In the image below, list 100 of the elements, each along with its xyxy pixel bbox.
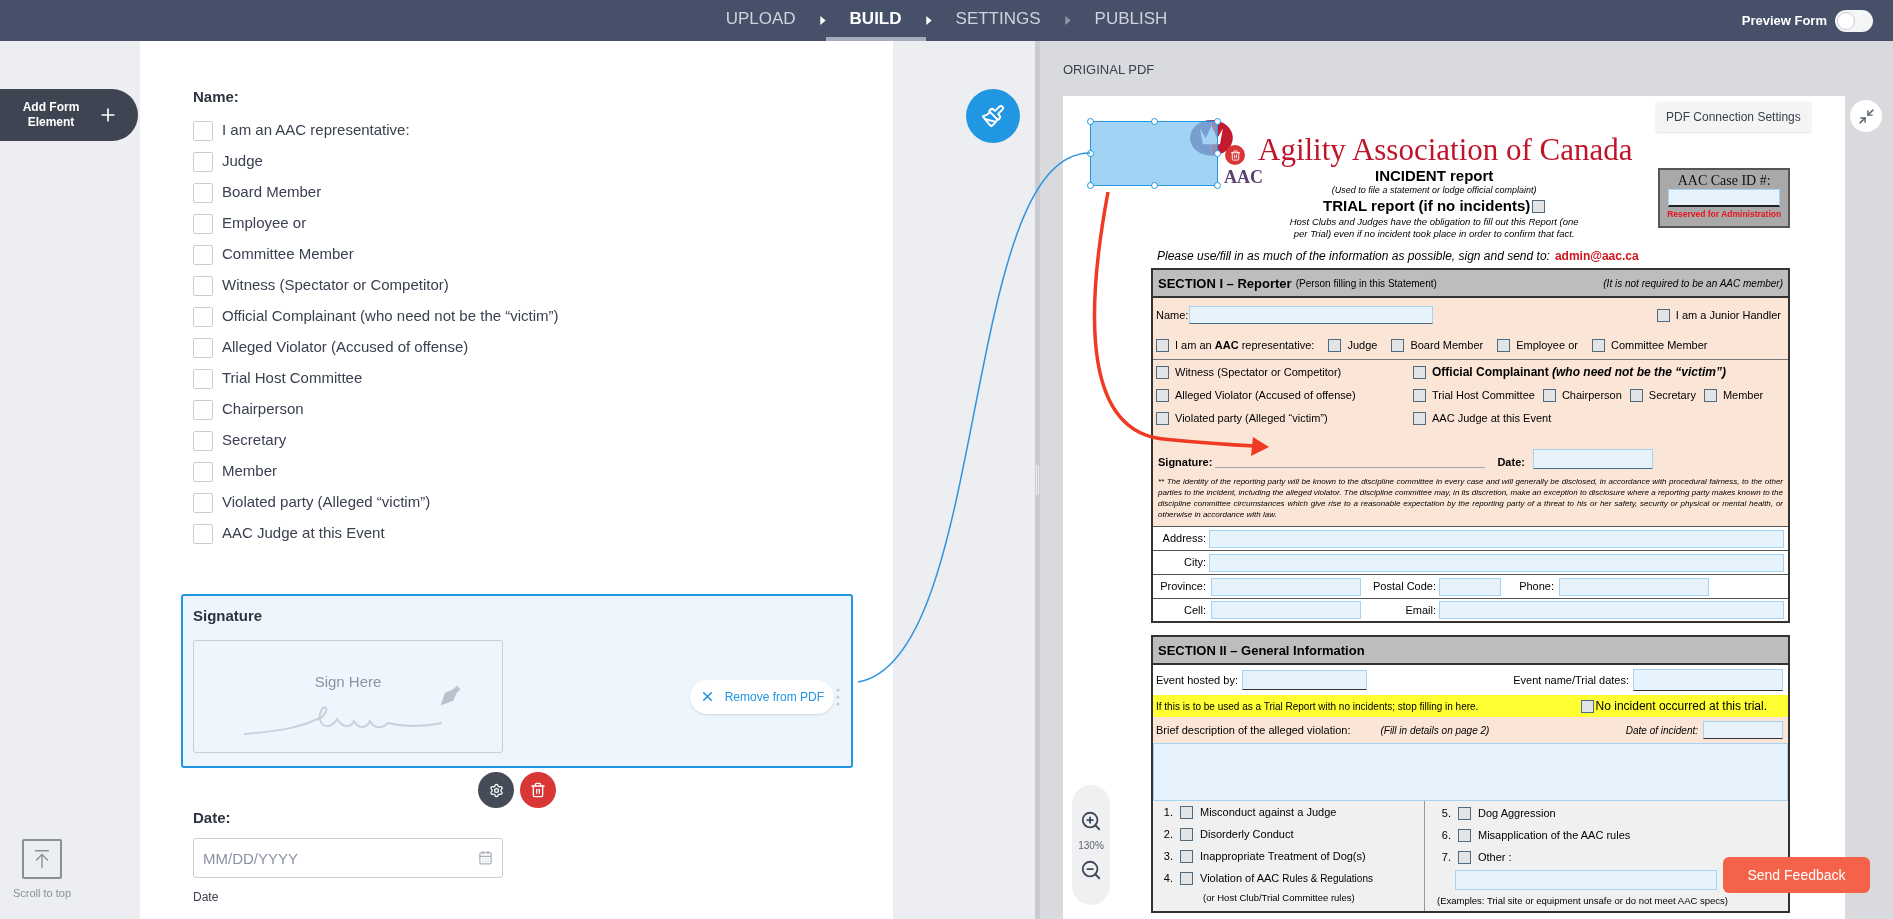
step-tab[interactable]: UPLOAD [701,0,820,41]
zoom-in-icon[interactable] [1080,809,1102,832]
checkbox[interactable] [1458,850,1471,864]
host-note: Host Clubs and Judges have the obligation to fill out this Report (one per Trial) even if no incident took place in order to confirm that fact. [1288,216,1580,240]
checkbox[interactable] [1580,699,1594,713]
field-label: Email: [1404,603,1437,617]
resize-handle[interactable] [1214,150,1221,157]
checkbox-label: Secretary [1648,389,1696,402]
checkbox[interactable] [1391,339,1405,352]
pdf-text-field[interactable] [1559,577,1709,596]
pdf-text-field[interactable] [1153,743,1788,801]
pdf-text-field[interactable] [1532,449,1653,469]
checkbox[interactable] [1458,806,1471,820]
checkbox[interactable] [1180,849,1193,863]
checkbox-label: AAC Judge at this Event [1432,412,1552,425]
checkbox[interactable] [1703,389,1717,402]
checkbox[interactable] [1497,339,1511,352]
case-id-label: AAC Case ID #: [1677,172,1771,189]
checkbox-label: Violated party (Alleged “victim”) [222,492,431,513]
checkbox[interactable] [1591,339,1605,352]
collapse-button[interactable] [1850,100,1882,132]
field-label: Date: [1497,456,1525,469]
pdf-connection-settings-button[interactable]: PDF Connection Settings [1656,102,1811,132]
checkbox[interactable] [1532,199,1546,213]
checkbox-label: Board Member [222,182,322,203]
checkbox[interactable] [1413,412,1426,425]
paint-button[interactable] [966,89,1020,143]
checkbox[interactable] [1656,308,1670,322]
brief-note: (Fill in details on page 2) [1380,723,1490,737]
instruction-text: Please use/fill in as much of the information as possible, sign and send to: [1157,248,1550,265]
checkbox[interactable] [1180,827,1193,841]
note-text: (Examples: Trial site or equipment unsafe or do not meet AAC specs) [1437,894,1729,908]
resize-handle[interactable] [1214,118,1221,125]
list-number: 1. [1162,805,1173,819]
panel-title: ORIGINAL PDF [1063,61,1156,79]
date-input[interactable]: MM/DD/YYYY [193,838,503,878]
checkbox[interactable] [1413,389,1426,402]
pdf-text-field[interactable] [1209,529,1784,548]
checkbox[interactable] [1542,389,1556,402]
pdf-text-field[interactable] [1633,669,1783,691]
delete-button[interactable] [1225,145,1245,165]
send-feedback-button[interactable]: Send Feedback [1723,857,1870,893]
pdf-text-field[interactable] [1189,306,1434,324]
resize-handle[interactable] [1087,150,1094,157]
resize-handle[interactable] [1151,118,1158,125]
checkbox[interactable] [1328,339,1342,352]
scroll-to-top-button[interactable] [22,838,62,879]
resize-handle[interactable] [1214,182,1221,189]
pdf-text-field[interactable] [1241,670,1367,690]
settings-icon [488,782,504,798]
delete-button[interactable] [520,772,556,808]
checkbox-label: Violated party (Alleged “victim”) [1175,412,1328,425]
resize-handle[interactable] [1087,182,1094,189]
pdf-text-field[interactable] [1668,189,1781,207]
field-label: Name: [1156,308,1189,322]
resize-handle[interactable] [1151,182,1158,189]
checkbox-label: Witness (Spectator or Competitor) [1175,366,1342,379]
chevron-icon [819,16,826,25]
checkbox[interactable] [1156,389,1169,402]
trash-icon [530,782,546,798]
checkbox[interactable] [1629,389,1643,402]
pdf-text-field[interactable] [1439,577,1501,596]
settings-button[interactable] [478,772,514,808]
signature-pad[interactable]: Sign Here [193,640,503,753]
field-label: Phone: [1518,580,1555,593]
scroll-to-top-label: Scroll to top [12,885,72,901]
document-title: Agility Association of Canada [1258,132,1633,168]
document-subtitle: INCIDENT report [1375,168,1494,184]
checkbox-label: Disorderly Conduct [1200,827,1294,841]
checkbox[interactable] [1156,366,1169,379]
remove-from-pdf-button[interactable]: Remove from PDF [689,679,834,714]
checkbox[interactable] [1413,366,1426,379]
preview-toggle[interactable] [1835,9,1873,32]
checkbox-label: Secretary [222,430,287,451]
checkbox-label: Misapplication of the AAC rules [1478,828,1631,842]
checkbox[interactable] [1156,412,1169,425]
pdf-text-field[interactable] [1211,577,1361,596]
signature-card[interactable]: Signature Sign Here Remove from PDF [181,594,853,768]
pdf-text-field[interactable] [1455,870,1717,890]
field-label: Brief description of the alleged violation: [1156,723,1351,737]
pdf-text-field[interactable] [1439,601,1784,619]
checkbox[interactable] [1156,339,1169,352]
pdf-text-field[interactable] [1211,601,1361,619]
pdf-text-field[interactable] [1209,553,1784,572]
zoom-out-icon[interactable] [1080,858,1102,881]
resize-handle[interactable] [1087,118,1094,125]
step-tab[interactable]: PUBLISH [1070,0,1192,41]
checkbox-label: Chairperson [1561,389,1622,402]
list-number: 3. [1162,849,1173,863]
pdf-text-field[interactable] [1703,721,1783,739]
checkbox[interactable] [1458,828,1471,842]
checkbox[interactable] [1180,805,1193,819]
section-note: (Person filling in this Statement) [1295,276,1437,290]
add-form-element-button[interactable]: Add Form Element [0,89,138,141]
step-tab[interactable]: SETTINGS [931,0,1065,41]
field-label: Date: [193,808,232,828]
section-aside: (It is not required to be an AAC member) [1603,276,1783,290]
checkbox[interactable] [1180,871,1193,885]
checkbox-label: Chairperson [222,399,304,420]
toggle-label: Preview Form [1741,11,1827,30]
